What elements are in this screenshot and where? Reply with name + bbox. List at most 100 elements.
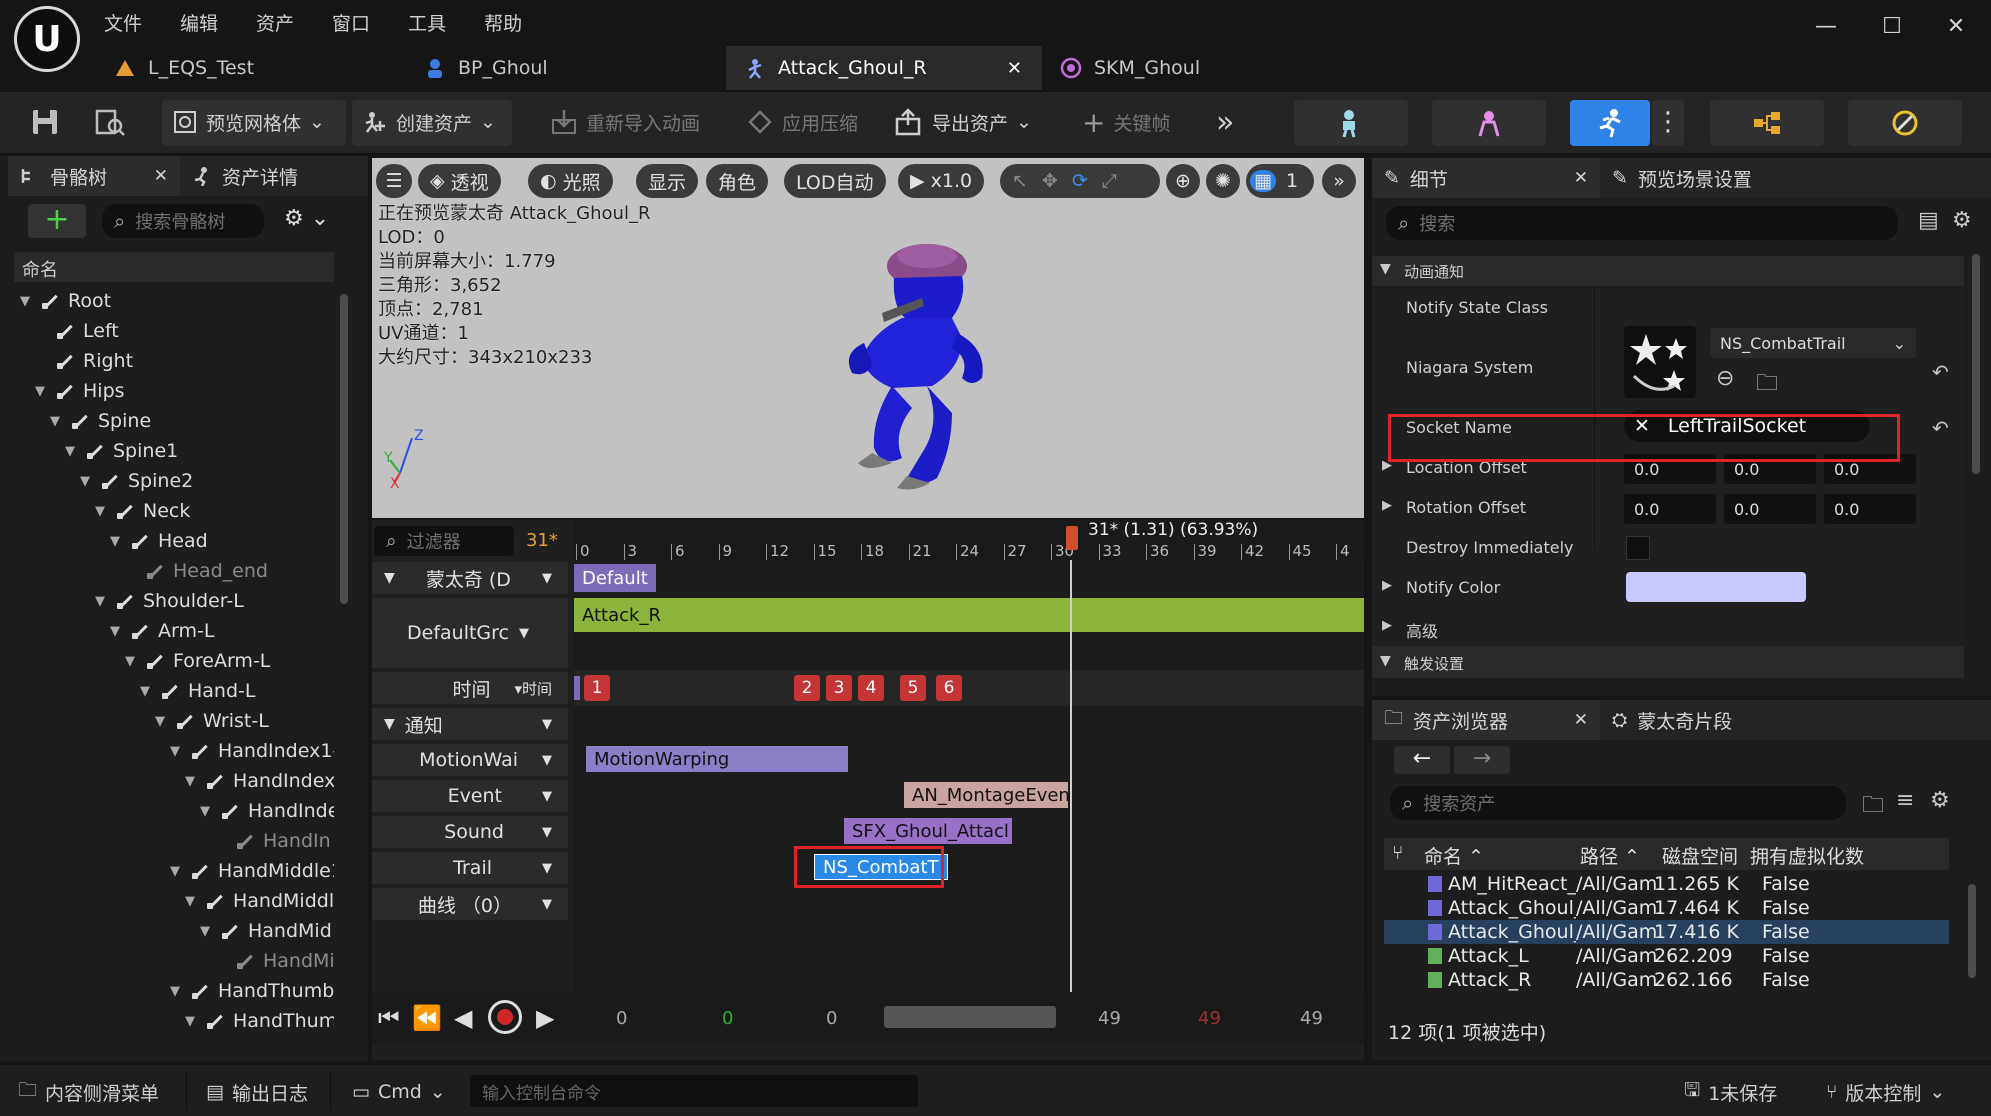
close-window-button[interactable]: ✕ [1936, 14, 1976, 46]
notify-color-swatch[interactable] [1626, 572, 1806, 602]
viewport-menu-button[interactable]: ☰ [376, 164, 412, 198]
tab-l-eqs-test[interactable]: L_EQS_Test [96, 46, 406, 90]
folder-icon[interactable]: 🗀 [1862, 788, 1884, 826]
asset-scrollbar[interactable] [1968, 884, 1976, 978]
bone-row[interactable]: ▼ Hips [33, 376, 125, 406]
section-advanced[interactable]: 高级 [1406, 618, 1438, 642]
unsaved-button[interactable]: 🖫 1未保存 [1676, 1075, 1785, 1109]
section-badge-3[interactable]: 3 [826, 675, 852, 701]
section-badge-1[interactable]: 1 [584, 675, 610, 701]
bone-row[interactable]: HandMi [213, 946, 334, 976]
asset-row[interactable]: AM_HitReact_Gh/All/Game11.265 KiB False [1384, 872, 1949, 896]
filter-icon[interactable]: ≡ [1896, 788, 1914, 813]
track-area[interactable]: Default Attack_R 1 2 3 4 5 6 MotionWarpi… [574, 560, 1364, 992]
menu-item-asset[interactable]: 资产 [256, 9, 294, 36]
bone-row[interactable]: ▼ HandIndex [183, 766, 334, 796]
reimport-button[interactable]: 重新导入动画 [540, 100, 710, 144]
skip-to-start-icon[interactable]: ⏮ [378, 1004, 400, 1032]
gear-icon[interactable]: ⚙ [1930, 788, 1950, 813]
more-viewport-button[interactable]: » [1322, 164, 1356, 198]
bone-row[interactable]: Left [33, 316, 119, 346]
maximize-button[interactable]: ☐ [1872, 14, 1912, 46]
collapse-arrow-icon[interactable]: ▼ [198, 924, 212, 939]
track-motion-warping[interactable]: MotionWai ▼ [372, 744, 568, 776]
collapse-arrow-icon[interactable]: ▼ [183, 774, 197, 789]
collapse-arrow-icon[interactable]: ▼ [123, 654, 137, 669]
output-log-button[interactable]: ▤ 输出日志 [198, 1075, 316, 1109]
notify-motion-warping[interactable]: MotionWarping [586, 746, 848, 772]
source-control-button[interactable]: ⑂ 版本控制 ⌄ [1818, 1075, 1953, 1109]
asset-row[interactable]: Attack_Ghoul_R/All/Game17.416 KiB False [1384, 920, 1949, 944]
bone-row[interactable]: Head_end [123, 556, 268, 586]
collapse-arrow-icon[interactable]: ▼ [108, 534, 122, 549]
section-badge-2[interactable]: 2 [794, 675, 820, 701]
collapse-arrow-icon[interactable]: ▼ [108, 624, 122, 639]
col-name[interactable]: 命名 ⌃ [1424, 842, 1484, 869]
asset-search-input[interactable]: ⌕ 搜索资产 [1390, 786, 1846, 820]
default-slot[interactable]: Default [574, 564, 656, 592]
col-disk-size[interactable]: 磁盘空间 [1662, 842, 1738, 869]
collapse-arrow-icon[interactable]: ▼ [18, 294, 32, 309]
view-end-value[interactable]: 49 [1098, 1008, 1121, 1029]
character-button[interactable]: 角色 [706, 164, 769, 198]
show-button[interactable]: 显示 [636, 164, 699, 198]
track-trail[interactable]: Trail ▼ [372, 852, 568, 884]
collapse-arrow-icon[interactable]: ▼ [63, 444, 77, 459]
collapse-arrow-icon[interactable]: ▼ [93, 504, 107, 519]
close-tab-icon[interactable]: ✕ [1574, 168, 1588, 188]
lod-auto-button[interactable]: LOD自动 [784, 164, 886, 198]
collapse-arrow-icon[interactable]: ▼ [198, 804, 212, 819]
animation-mode-button[interactable] [1570, 100, 1650, 146]
collapse-arrow-icon[interactable]: ▼ [48, 414, 62, 429]
col-path[interactable]: 路径 ⌃ [1580, 842, 1640, 869]
bone-row[interactable]: ▼ HandMiddle1 [168, 856, 334, 886]
apply-compression-button[interactable]: 应用压缩 [736, 100, 868, 144]
grid-icon[interactable]: ▦ [1250, 170, 1276, 192]
snap-button[interactable]: ✺ [1206, 164, 1240, 198]
close-tab-icon[interactable]: ✕ [154, 166, 168, 186]
notify-sfx-ghoul-attack[interactable]: SFX_Ghoul_Attacl [844, 818, 1012, 844]
table-view-icon[interactable]: ▤ [1918, 208, 1939, 233]
bone-row[interactable]: ▼ Hand-L [138, 676, 255, 706]
move-icon[interactable]: ✥ [1042, 170, 1058, 192]
preview-viewport[interactable]: ☰ ◈ 透视 ◐ 光照 显示 角色 LOD自动 ▶ x1.0 ↖ ✥ ⟳ ⤢ ⊕ ✺ ▦ 1 … [372, 158, 1364, 518]
preview-mesh-dropdown[interactable]: 预览网格体 ⌄ [162, 100, 346, 146]
keyframe-button[interactable]: + 关键帧 [1072, 100, 1180, 144]
tab-details[interactable]: ✎ 细节 ✕ [1372, 158, 1600, 198]
destroy-immediately-checkbox[interactable] [1626, 536, 1650, 560]
total-end-value[interactable]: 49 [1300, 1008, 1323, 1029]
section-badge-6[interactable]: 6 [936, 675, 962, 701]
bone-row[interactable]: ▼ Spine2 [78, 466, 193, 496]
bone-search-input[interactable]: ⌕ 搜索骨骼树 [102, 204, 264, 238]
collapse-arrow-icon[interactable]: ▼ [153, 714, 167, 729]
bone-row[interactable]: Right [33, 346, 133, 376]
details-search-input[interactable]: ⌕ 搜索 [1386, 206, 1898, 240]
add-bone-button[interactable]: + [28, 204, 86, 238]
grid-value[interactable]: 1 [1286, 170, 1298, 192]
perspective-button[interactable]: ◈ 透视 [418, 164, 501, 198]
bone-row[interactable]: ▼ HandThum [183, 1006, 334, 1036]
local-space-button[interactable]: ⊕ [1166, 164, 1200, 198]
niagara-system-dropdown[interactable]: NS_CombatTrail ⌄ [1710, 328, 1916, 358]
use-selected-icon[interactable]: ⊖ [1716, 366, 1734, 391]
playhead-handle[interactable] [1066, 526, 1078, 550]
expand-arrow-icon[interactable]: ▶ [1382, 578, 1392, 593]
bone-row[interactable]: ▼ Head [108, 526, 208, 556]
track-curves[interactable]: 曲线 （0） ▼ [372, 888, 568, 920]
bone-row[interactable]: ▼ Shoulder-L [93, 586, 244, 616]
details-scrollbar[interactable] [1972, 254, 1980, 474]
track-time[interactable]: 时间 ▾时间 [372, 672, 568, 704]
menu-item-tools[interactable]: 工具 [408, 9, 446, 36]
content-drawer-button[interactable]: 🗀 内容侧滑菜单 [10, 1075, 167, 1109]
expand-arrow-icon[interactable]: ▶ [1382, 498, 1392, 513]
rotation-y-field[interactable]: 0.0 [1724, 494, 1816, 524]
skeleton-mode-button[interactable] [1294, 100, 1408, 146]
track-montage[interactable]: ▼ 蒙太奇 (D ▼ [372, 562, 568, 594]
view-start-value[interactable]: 0 [616, 1008, 627, 1029]
mode-options-button[interactable]: ⋮ [1652, 100, 1684, 146]
rotation-z-field[interactable]: 0.0 [1824, 494, 1916, 524]
console-command-input[interactable]: 输入控制台命令 [470, 1075, 918, 1107]
offset-value[interactable]: 0 [826, 1008, 837, 1029]
rotate-icon[interactable]: ⟳ [1072, 170, 1088, 192]
collapse-arrow-icon[interactable]: ▼ [183, 894, 197, 909]
